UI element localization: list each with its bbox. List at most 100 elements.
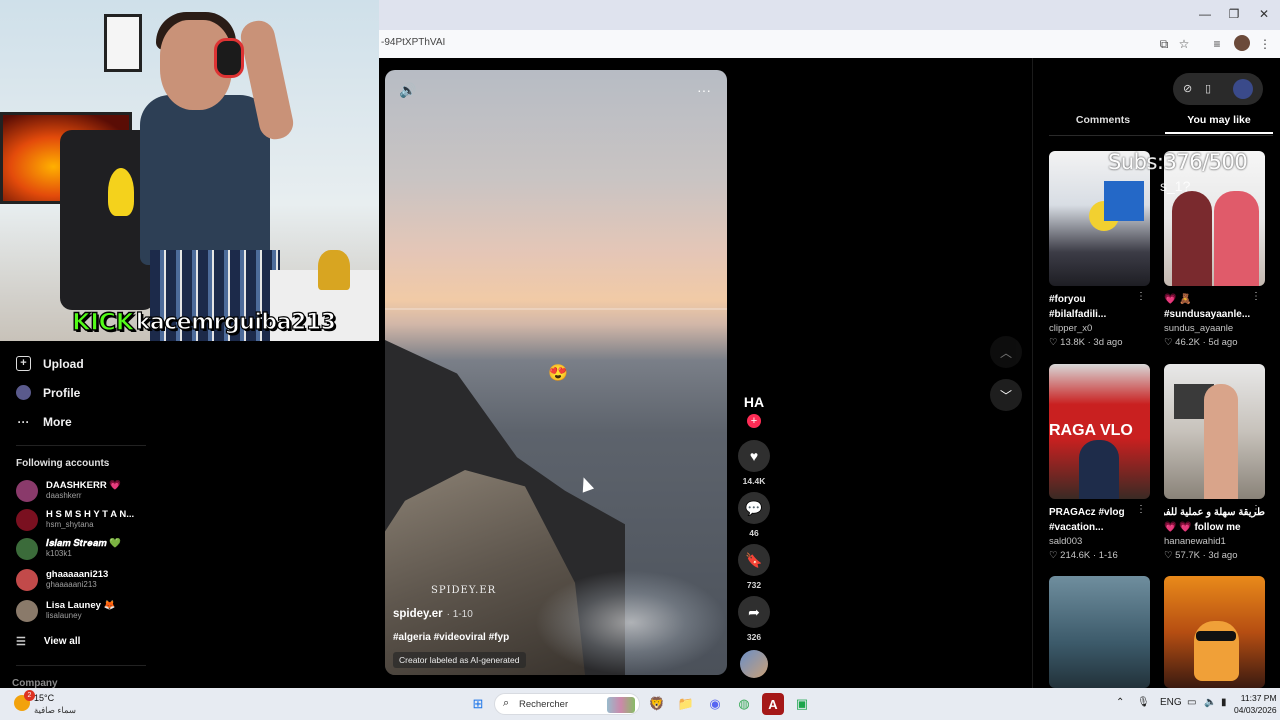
author-name[interactable]: spidey.er	[393, 608, 443, 620]
kick-logo: KICK	[71, 307, 135, 336]
video-author[interactable]: spidey.er · 1-10	[393, 608, 473, 620]
more-icon: ···	[17, 414, 30, 429]
weather-widget[interactable]: 2 15°C سماء صافية	[14, 690, 84, 716]
video-thumbnail[interactable]: RAGA VLO	[1049, 364, 1150, 499]
video-more-icon[interactable]: ···	[697, 82, 711, 98]
card-user[interactable]: sundus_ayaanle	[1164, 322, 1265, 335]
like-button[interactable]: ♥	[738, 440, 770, 472]
discord-icon[interactable]: ◉	[704, 693, 726, 715]
following-account[interactable]: Lisa Launey 🦊 lisalauney	[16, 598, 156, 624]
url-text[interactable]: -94PtXPThVAI	[381, 37, 445, 48]
video-hashtags[interactable]: #algeria #videoviral #fyp	[393, 632, 509, 643]
app-a-icon[interactable]: A	[762, 693, 784, 715]
share-icon: ➦	[748, 603, 760, 620]
card-title: #sundusayaanle...	[1164, 309, 1251, 320]
following-account[interactable]: DAASHKERR 💗 daashkerr	[16, 478, 156, 504]
view-all-link[interactable]: ☰ View all	[16, 635, 80, 648]
install-app-icon[interactable]: ⧉	[1156, 36, 1172, 52]
account-handle: hsm_shytana	[46, 520, 94, 529]
sidebar-item-upload[interactable]: + Upload	[16, 356, 84, 371]
following-account[interactable]: H S M S H Y T A N... hsm_shytana	[16, 507, 156, 533]
bookmark-star-icon[interactable]: ☆	[1176, 36, 1192, 52]
android-app-icon[interactable]: ▣	[791, 693, 813, 715]
tab-you-may-like[interactable]: You may like	[1165, 114, 1273, 134]
webcam-overlay: KICK kacemrguiba213	[0, 0, 379, 341]
video-player[interactable]: 🔊 ··· 😍 SPIDEY.ER spidey.er · 1-10 #alger…	[385, 70, 727, 675]
trophy-icon	[318, 250, 350, 290]
compass-icon[interactable]: ⊘	[1183, 82, 1192, 95]
divider	[16, 445, 146, 446]
panel-tabs: Comments You may like	[1049, 114, 1273, 134]
comment-count: 46	[749, 528, 759, 538]
account-handle: k103k1	[46, 549, 72, 558]
previous-video-button[interactable]: ︿	[990, 336, 1022, 368]
kick-channel-name: kacemrguiba213	[135, 309, 336, 335]
music-disc-avatar[interactable]	[740, 650, 768, 678]
close-icon[interactable]: ✕	[1254, 5, 1274, 23]
avatar	[16, 569, 38, 591]
chrome-menu-icon[interactable]: ⋮	[1257, 36, 1273, 52]
subs-overlay-secondary: s_1?	[1160, 178, 1191, 194]
address-bar[interactable]: -94PtXPThVAI ⧉ ☆ ≡ ⋮	[379, 30, 1280, 58]
next-video-button[interactable]: ﹀	[990, 379, 1022, 411]
clock-date: 04/03/2026	[1234, 705, 1277, 715]
restore-icon[interactable]: ❐	[1224, 5, 1244, 23]
following-account[interactable]: ghaaaaani213 ghaaaaani213	[16, 567, 156, 593]
windows-start-icon[interactable]: ⊞	[467, 693, 489, 715]
chrome-icon[interactable]: ◍	[733, 693, 755, 715]
account-handle: lisalauney	[46, 611, 82, 620]
user-avatar[interactable]	[1233, 79, 1253, 99]
list-item[interactable]: RAGA VLO PRAGAcz #vlog #vacation... sald…	[1049, 364, 1150, 563]
card-user[interactable]: hananewahid1	[1164, 535, 1265, 548]
battery-icon[interactable]: ▮	[1221, 697, 1227, 708]
comment-button[interactable]: 💬	[738, 492, 770, 524]
avatar	[16, 480, 38, 502]
browser-titlebar: — ❐ ✕	[379, 0, 1280, 30]
taskbar-search[interactable]: ⌕ Rechercher	[494, 693, 640, 715]
card-more-icon[interactable]: ⋮	[1136, 504, 1146, 515]
sidebar-item-more[interactable]: ··· More	[16, 414, 72, 429]
card-stats: ♡ 13.8K · 3d ago	[1049, 337, 1123, 348]
profile-avatar[interactable]	[1234, 35, 1250, 51]
phone-icon[interactable]: ▯	[1205, 82, 1211, 95]
volume-icon[interactable]: 🔊	[399, 82, 416, 99]
card-more-icon[interactable]: ⋮	[1251, 291, 1261, 302]
video-thumbnail[interactable]	[1164, 576, 1265, 688]
list-item[interactable]	[1164, 576, 1265, 688]
chevron-up-icon[interactable]: ⌃	[1116, 697, 1124, 708]
account-name: 𝑰𝒔𝒍𝒂𝒎 𝑺𝒕𝒓𝒆𝒂𝒎 💚	[46, 538, 122, 549]
sidebar-item-profile[interactable]: Profile	[16, 385, 80, 400]
view-all-label: View all	[43, 636, 81, 647]
card-user[interactable]: clipper_x0	[1049, 322, 1150, 335]
following-account[interactable]: 𝑰𝒔𝒍𝒂𝒎 𝑺𝒕𝒓𝒆𝒂𝒎 💚 k103k1	[16, 536, 156, 562]
list-item[interactable]: طريقة سهلة و عملية للفرن 💗 💗 follow me h…	[1164, 364, 1265, 563]
account-name: Lisa Launey 🦊	[46, 600, 116, 611]
card-more-icon[interactable]: ⋮	[1136, 291, 1146, 302]
list-item[interactable]	[1049, 576, 1150, 688]
tab-comments[interactable]: Comments	[1049, 114, 1157, 132]
video-thumbnail[interactable]	[1049, 576, 1150, 688]
comment-icon: 💬	[745, 499, 763, 516]
microphone-icon[interactable]: 🎙	[1137, 697, 1150, 708]
system-clock[interactable]: 11:37 PM 04/03/2026	[1234, 692, 1277, 716]
follow-plus-icon[interactable]: +	[747, 414, 761, 428]
chevron-down-icon: ﹀	[999, 388, 1012, 403]
following-title: Following accounts	[16, 458, 110, 469]
minimize-icon[interactable]: —	[1195, 5, 1215, 23]
like-count: 14.4K	[742, 476, 766, 486]
ai-generated-label: Creator labeled as AI-generated	[393, 652, 526, 668]
chevron-up-icon: ︿	[999, 345, 1012, 360]
media-control-icon[interactable]: ≡	[1209, 36, 1225, 52]
volume-icon[interactable]: 🔈	[1204, 697, 1216, 708]
video-thumbnail[interactable]	[1164, 364, 1265, 499]
list-item[interactable]: #foryou #bilalfadili... clipper_x0 ♡ 13.…	[1049, 151, 1150, 350]
card-title: 💗 🧸	[1164, 294, 1192, 305]
language-indicator[interactable]: ENG	[1160, 697, 1182, 708]
file-explorer-icon[interactable]: 📁	[675, 693, 697, 715]
brave-browser-icon[interactable]: 🦁	[646, 693, 668, 715]
card-more-icon[interactable]: ⋮	[1251, 504, 1261, 515]
share-button[interactable]: ➦	[738, 596, 770, 628]
save-button[interactable]: 🔖	[738, 544, 770, 576]
card-user[interactable]: sald003	[1049, 535, 1150, 548]
network-icon[interactable]: ▭	[1187, 697, 1196, 708]
